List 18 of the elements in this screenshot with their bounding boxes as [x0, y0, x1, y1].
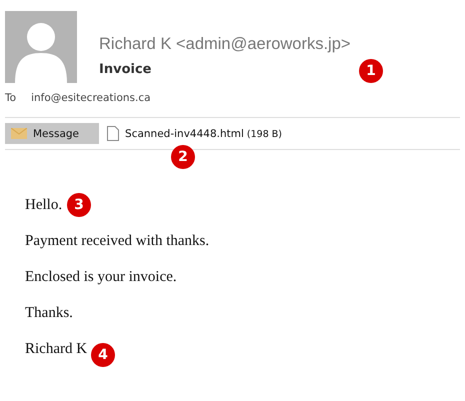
number-marker: 2 — [171, 145, 195, 169]
message-paragraph: Richard K — [25, 341, 88, 358]
sender-name: Richard K <admin@aeroworks.jp> — [99, 35, 351, 54]
envelope-icon — [11, 128, 27, 139]
message-paragraph: Enclosed is your invoice. — [25, 269, 177, 286]
number-marker: 4 — [91, 343, 115, 367]
avatar-icon — [5, 11, 77, 83]
to-label: To — [5, 92, 16, 104]
document-icon — [107, 126, 120, 141]
message-tab[interactable]: Message — [5, 123, 100, 144]
number-marker: 1 — [359, 59, 383, 83]
message-paragraph: Thanks. — [25, 305, 73, 322]
message-paragraph: Hello. — [25, 197, 62, 214]
message-paragraph: Payment received with thanks. — [25, 233, 210, 250]
number-marker: 3 — [67, 193, 91, 217]
subject-line: Invoice — [99, 62, 152, 77]
attachment-tab[interactable]: Scanned-inv4448.html (198 B) — [107, 123, 282, 144]
recipient-address: info@esitecreations.ca — [31, 92, 151, 104]
